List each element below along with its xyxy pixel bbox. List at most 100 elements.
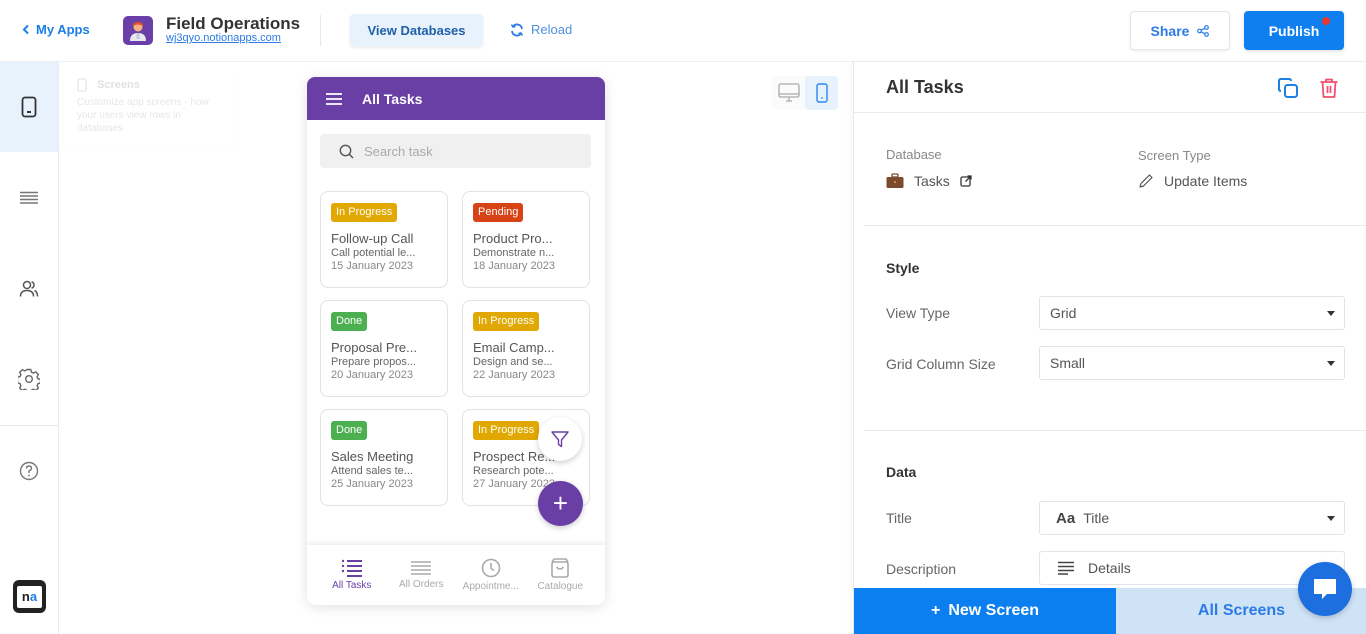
screen-type-name: Update Items	[1164, 173, 1248, 189]
copy-icon	[1277, 77, 1299, 99]
header-divider	[320, 15, 321, 46]
card-description: Design and se...	[473, 356, 553, 368]
phone-preview: All Tasks Search task In Progress Follow…	[307, 77, 605, 605]
nav-item-all-tasks[interactable]: All Tasks	[317, 545, 387, 605]
grid-column-size-value: Small	[1050, 355, 1086, 371]
card-description: Attend sales te...	[331, 465, 413, 477]
task-search-input[interactable]: Search task	[320, 134, 591, 168]
publish-button[interactable]: Publish	[1244, 11, 1344, 50]
status-badge: Done	[331, 312, 368, 331]
filter-icon	[550, 429, 570, 449]
card-title: Email Camp...	[473, 340, 555, 355]
chat-bubble-icon	[1312, 577, 1338, 601]
chevron-left-icon	[22, 24, 30, 35]
search-icon	[339, 144, 354, 159]
search-placeholder: Search task	[364, 143, 433, 159]
my-apps-link[interactable]: My Apps	[22, 22, 90, 37]
gear-icon	[18, 368, 40, 390]
clock-icon	[481, 558, 501, 578]
delete-screen-button[interactable]	[1316, 75, 1342, 101]
sidebar-item-databases[interactable]	[0, 153, 58, 243]
publish-label: Publish	[1268, 22, 1320, 39]
section-divider	[864, 225, 1366, 226]
external-link-icon[interactable]	[960, 175, 972, 187]
desktop-view-button[interactable]	[772, 76, 805, 110]
desktop-icon	[777, 83, 800, 103]
view-type-label: View Type	[886, 305, 951, 321]
panel-title: All Tasks	[886, 77, 964, 97]
database-name[interactable]: Tasks	[914, 173, 950, 189]
nav-label: Appointme...	[462, 581, 519, 592]
sidebar-item-settings[interactable]	[0, 334, 58, 424]
mobile-icon	[815, 83, 828, 103]
filter-button[interactable]	[538, 417, 582, 461]
add-item-button[interactable]: +	[538, 481, 583, 526]
support-chat-button[interactable]	[1298, 562, 1352, 616]
briefcase-icon	[886, 173, 904, 189]
card-title: Sales Meeting	[331, 449, 414, 464]
users-icon	[19, 280, 39, 298]
description-field-label: Description	[886, 561, 957, 577]
card-date: 15 January 2023	[331, 260, 413, 272]
notification-dot	[1322, 17, 1330, 25]
sidebar-item-screens[interactable]	[0, 62, 58, 152]
caret-down-icon	[1327, 516, 1335, 521]
hamburger-menu-icon[interactable]	[326, 92, 342, 105]
nav-item-appointments[interactable]: Appointme...	[456, 545, 526, 605]
nav-label: All Tasks	[332, 580, 372, 591]
new-screen-button[interactable]: + New Screen	[854, 588, 1116, 634]
grid-column-size-select[interactable]: Small	[1039, 346, 1345, 380]
screens-tooltip: Screens Customize app screens - how your…	[65, 68, 237, 148]
nav-item-all-orders[interactable]: All Orders	[387, 545, 457, 605]
sidebar-item-users[interactable]	[0, 244, 58, 334]
share-button[interactable]: Share	[1130, 11, 1230, 50]
help-icon	[19, 461, 39, 481]
new-screen-label: New Screen	[948, 602, 1040, 619]
card-description: Prepare propos...	[331, 356, 416, 368]
card-date: 20 January 2023	[331, 369, 413, 381]
sidebar-item-help[interactable]	[0, 426, 58, 516]
view-databases-button[interactable]: View Databases	[350, 14, 483, 46]
caret-down-icon	[1327, 361, 1335, 366]
card-description: Call potential le...	[331, 247, 416, 259]
screen-type-label: Screen Type	[1138, 148, 1211, 163]
top-bar: My Apps Field Operations wj3qyo.notionap…	[0, 0, 1366, 62]
notionapps-logo[interactable]: na	[13, 580, 46, 613]
card-title: Product Pro...	[473, 231, 553, 246]
task-card[interactable]: In Progress Email Camp... Design and se.…	[462, 300, 590, 397]
status-badge: In Progress	[331, 203, 398, 222]
caret-down-icon	[1327, 311, 1335, 316]
trash-icon	[1319, 77, 1339, 99]
task-card[interactable]: Done Sales Meeting Attend sales te... 25…	[320, 409, 448, 506]
task-list-icon	[341, 559, 363, 577]
description-field-value: Details	[1088, 560, 1131, 576]
nav-item-catalogue[interactable]: Catalogue	[526, 545, 596, 605]
my-apps-label: My Apps	[36, 22, 90, 37]
task-card[interactable]: In Progress Follow-up Call Call potentia…	[320, 191, 448, 288]
nav-label: Catalogue	[537, 581, 584, 592]
mobile-view-button[interactable]	[805, 76, 838, 110]
mobile-icon	[77, 78, 87, 92]
card-date: 25 January 2023	[331, 478, 413, 490]
person-icon	[130, 21, 146, 41]
section-divider	[864, 430, 1366, 431]
grid-column-size-label: Grid Column Size	[886, 356, 996, 372]
reload-icon	[510, 23, 524, 37]
task-card[interactable]: Pending Product Pro... Demonstrate n... …	[462, 191, 590, 288]
reload-button[interactable]: Reload	[510, 22, 572, 37]
app-url-link[interactable]: wj3qyo.notionapps.com	[166, 32, 281, 44]
reload-label: Reload	[531, 22, 573, 37]
status-badge: Done	[331, 421, 368, 440]
task-card[interactable]: Done Proposal Pre... Prepare propos... 2…	[320, 300, 448, 397]
mobile-icon	[21, 96, 37, 118]
duplicate-screen-button[interactable]	[1275, 75, 1301, 101]
style-section-title: Style	[886, 260, 920, 276]
status-badge: Pending	[473, 203, 524, 222]
screen-settings-panel: All Tasks Database Tasks Screen Type Upd…	[853, 62, 1366, 634]
left-sidebar: na	[0, 62, 59, 634]
title-field-label: Title	[886, 510, 912, 526]
view-type-select[interactable]: Grid	[1039, 296, 1345, 330]
card-date: 22 January 2023	[473, 369, 555, 381]
title-field-select[interactable]: Aa Title	[1039, 501, 1345, 535]
phone-bottom-nav: All Tasks All Orders Appointme... Catalo…	[307, 545, 605, 605]
